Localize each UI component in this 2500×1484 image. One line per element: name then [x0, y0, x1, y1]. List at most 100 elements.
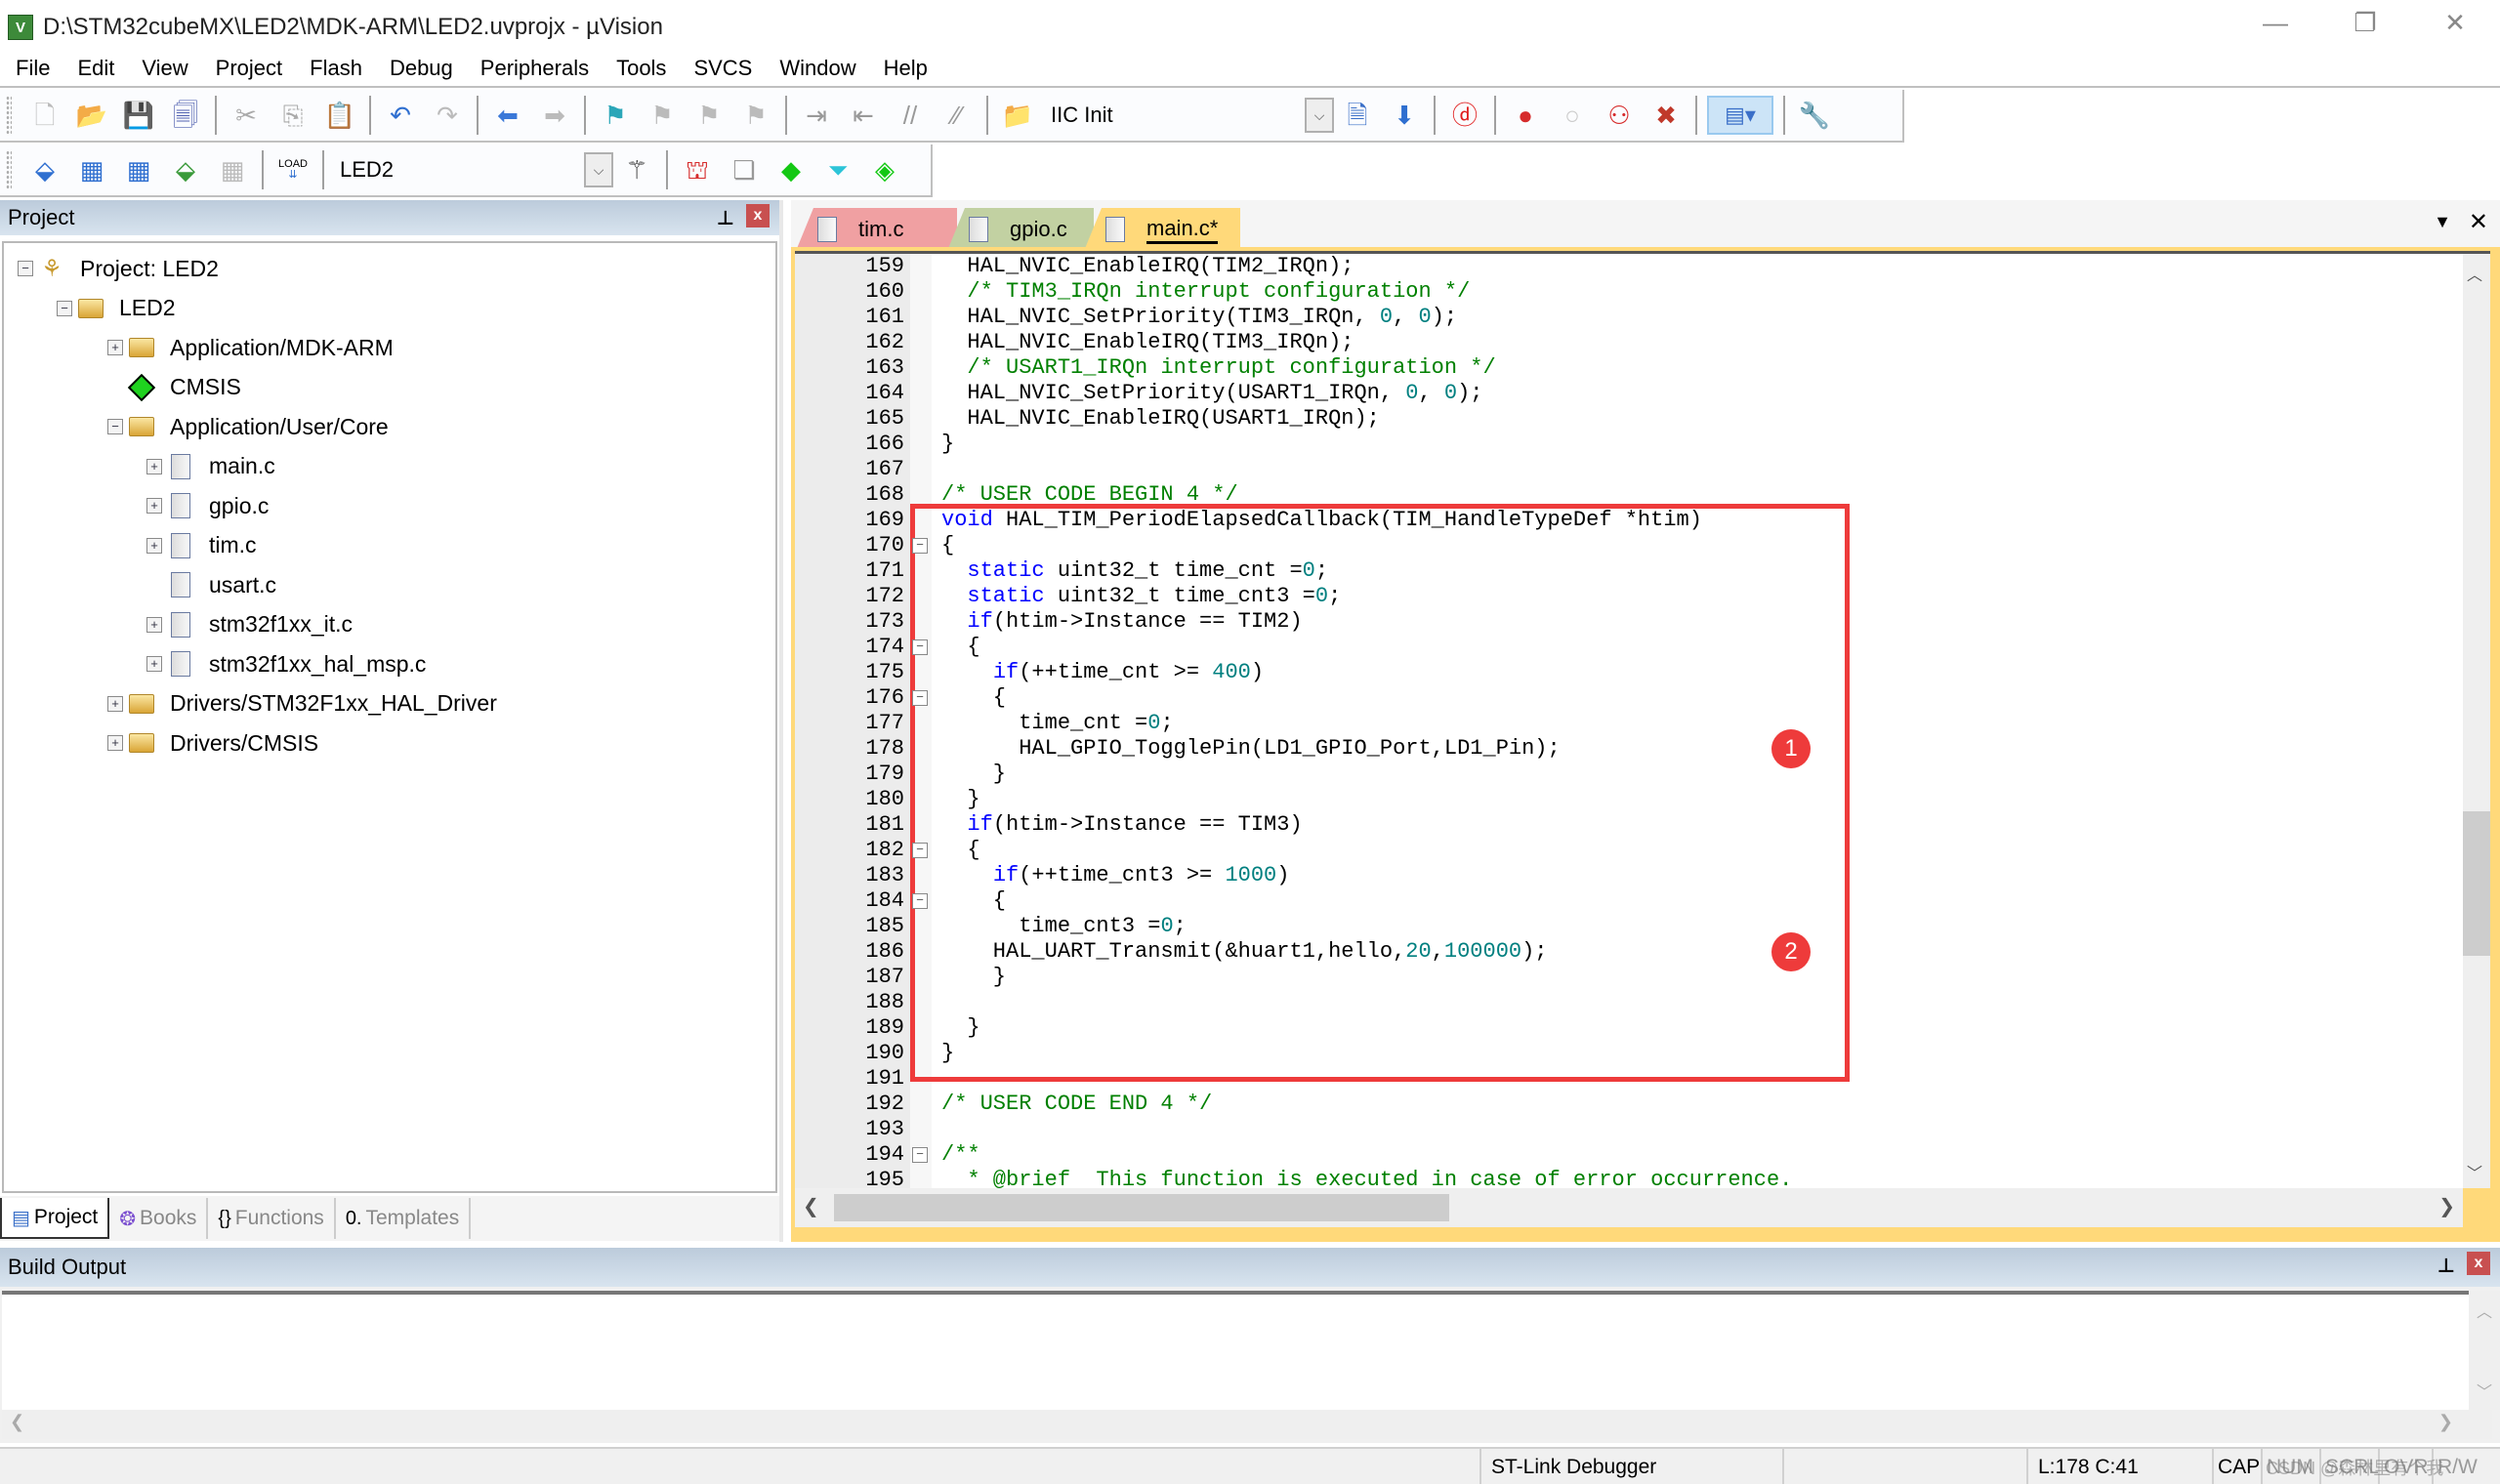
tab-list-dropdown-icon[interactable]: ▼: [2434, 212, 2451, 232]
restore-button[interactable]: ❐: [2320, 0, 2410, 45]
new-file-icon[interactable]: 🗋: [25, 96, 64, 135]
code-line[interactable]: 172 static uint32_t time_cnt3 =0;: [795, 584, 2455, 609]
vertical-scrollbar[interactable]: ︿ ﹀: [2469, 1291, 2500, 1410]
code-line[interactable]: 163 /* USART1_IRQn interrupt configurati…: [795, 355, 2455, 381]
breakpoint-disable-all-icon[interactable]: ⚇: [1600, 96, 1639, 135]
code-line[interactable]: 191: [795, 1066, 2455, 1092]
code-line[interactable]: 181 if(htim->Instance == TIM3): [795, 812, 2455, 838]
uncomment-icon[interactable]: ⁄⁄: [938, 96, 977, 135]
fold-collapse-icon[interactable]: −: [912, 1147, 928, 1163]
scroll-down-icon[interactable]: ﹀: [2477, 1379, 2492, 1402]
expand-icon[interactable]: +: [107, 340, 123, 355]
tree-item[interactable]: − ⚘ Project: LED2: [18, 249, 219, 288]
expand-icon[interactable]: +: [146, 656, 162, 672]
find-combo-value[interactable]: IIC Init: [1041, 103, 1305, 128]
fold-collapse-icon[interactable]: −: [912, 843, 928, 858]
target-combo-value[interactable]: LED2: [330, 157, 584, 183]
tab-project[interactable]: ▤ Project: [0, 1198, 110, 1239]
code-line[interactable]: 193: [795, 1117, 2455, 1142]
chevron-down-icon[interactable]: ⌵: [1305, 98, 1334, 133]
scroll-thumb[interactable]: [834, 1194, 1449, 1221]
tree-item[interactable]: + Drivers/STM32F1xx_HAL_Driver: [107, 684, 497, 723]
translate-icon[interactable]: ⬙: [25, 150, 64, 189]
save-all-icon[interactable]: 🗐: [166, 96, 205, 135]
undo-icon[interactable]: ↶: [381, 96, 420, 135]
code-line[interactable]: 173 if(htim->Instance == TIM2): [795, 609, 2455, 635]
menu-project[interactable]: Project: [202, 56, 296, 81]
fold-collapse-icon[interactable]: −: [912, 538, 928, 554]
redo-icon[interactable]: ↷: [428, 96, 467, 135]
scroll-right-icon[interactable]: ❯: [2438, 1412, 2453, 1432]
tree-item[interactable]: usart.c: [146, 565, 276, 604]
fold-collapse-icon[interactable]: −: [912, 893, 928, 909]
tree-item[interactable]: + stm32f1xx_hal_msp.c: [146, 644, 426, 683]
indent-icon[interactable]: ⇥: [797, 96, 836, 135]
manage-project-icon[interactable]: ⛫: [678, 150, 717, 189]
scroll-left-icon[interactable]: ❮: [803, 1194, 819, 1218]
comment-icon[interactable]: //: [891, 96, 930, 135]
code-line[interactable]: 159 HAL_NVIC_EnableIRQ(TIM2_IRQn);: [795, 254, 2455, 279]
navigate-forward-icon[interactable]: ➡: [535, 96, 574, 135]
tree-item[interactable]: + Drivers/CMSIS: [107, 723, 318, 763]
incremental-find-icon[interactable]: ⬇: [1385, 96, 1424, 135]
editor-tab-tim-c[interactable]: tim.c: [796, 208, 957, 251]
window-layout-icon[interactable]: ▤▾: [1707, 96, 1773, 135]
collapse-icon[interactable]: −: [57, 300, 72, 316]
breakpoint-kill-all-icon[interactable]: ✖: [1646, 96, 1686, 135]
build-icon[interactable]: ▦: [72, 150, 111, 189]
menu-svcs[interactable]: SVCS: [680, 56, 766, 81]
menu-view[interactable]: View: [128, 56, 201, 81]
close-tab-icon[interactable]: ✕: [2469, 208, 2488, 236]
bookmark-next-icon[interactable]: ⚑: [689, 96, 729, 135]
menu-file[interactable]: File: [0, 56, 63, 81]
tree-item[interactable]: + tim.c: [146, 526, 257, 565]
scroll-up-icon[interactable]: ︿: [2477, 1298, 2492, 1322]
fold-collapse-icon[interactable]: −: [912, 690, 928, 706]
tree-item[interactable]: + Application/MDK-ARM: [107, 328, 394, 367]
code-line[interactable]: 190}: [795, 1041, 2455, 1066]
save-icon[interactable]: 💾: [119, 96, 158, 135]
code-line[interactable]: 194−/**: [795, 1142, 2455, 1168]
expand-icon[interactable]: +: [146, 616, 162, 633]
build-output-text[interactable]: [2, 1291, 2492, 1410]
code-line[interactable]: 189 }: [795, 1015, 2455, 1041]
collapse-icon[interactable]: −: [107, 419, 123, 434]
code-line[interactable]: 160 /* TIM3_IRQn interrupt configuration…: [795, 279, 2455, 305]
find-in-files-icon[interactable]: 📁: [998, 96, 1037, 135]
tree-item[interactable]: + main.c: [146, 447, 275, 486]
pack-filter-icon[interactable]: ⏷: [818, 150, 857, 189]
target-combo[interactable]: LED2 ⌵: [330, 150, 613, 189]
navigate-back-icon[interactable]: ⬅: [488, 96, 527, 135]
code-line[interactable]: 185 time_cnt3 =0;: [795, 914, 2455, 939]
code-line[interactable]: 171 static uint32_t time_cnt =0;: [795, 558, 2455, 584]
code-line[interactable]: 170−{: [795, 533, 2455, 558]
code-line[interactable]: 167: [795, 457, 2455, 482]
collapse-icon[interactable]: −: [18, 261, 33, 276]
code-line[interactable]: 164 HAL_NVIC_SetPriority(USART1_IRQn, 0,…: [795, 381, 2455, 406]
scroll-up-icon[interactable]: ︿: [2467, 262, 2482, 285]
pack-installer-icon[interactable]: ◈: [865, 150, 904, 189]
tab-templates[interactable]: 0. Templates: [336, 1198, 472, 1239]
menu-edit[interactable]: Edit: [63, 56, 128, 81]
tree-item[interactable]: − Application/User/Core: [107, 407, 389, 446]
scroll-thumb[interactable]: [2463, 811, 2490, 957]
code-line[interactable]: 168 /* USER CODE BEGIN 4 */: [795, 482, 2455, 508]
cut-icon[interactable]: ✂: [227, 96, 266, 135]
close-panel-icon[interactable]: x: [2467, 1252, 2490, 1275]
code-line[interactable]: 169 void HAL_TIM_PeriodElapsedCallback(TI…: [795, 508, 2455, 533]
menu-debug[interactable]: Debug: [376, 56, 467, 81]
scroll-right-icon[interactable]: ❯: [2438, 1194, 2455, 1218]
batch-build-icon[interactable]: ⬙: [166, 150, 205, 189]
horizontal-scrollbar[interactable]: ❮ ❯: [2, 1410, 2492, 1439]
code-line[interactable]: 180 }: [795, 787, 2455, 812]
code-line[interactable]: 166}: [795, 432, 2455, 457]
pin-icon[interactable]: ⊥: [717, 206, 734, 230]
stop-build-icon[interactable]: ▦: [213, 150, 252, 189]
target-options-wand-icon[interactable]: ⚚: [617, 150, 656, 189]
code-line[interactable]: 177 time_cnt =0;: [795, 711, 2455, 736]
pin-icon[interactable]: ⊥: [2438, 1254, 2455, 1278]
code-line[interactable]: 195 * @brief This function is executed i…: [795, 1168, 2455, 1188]
tree-item[interactable]: CMSIS: [107, 368, 241, 407]
menu-peripherals[interactable]: Peripherals: [467, 56, 603, 81]
rebuild-icon[interactable]: ▦: [119, 150, 158, 189]
